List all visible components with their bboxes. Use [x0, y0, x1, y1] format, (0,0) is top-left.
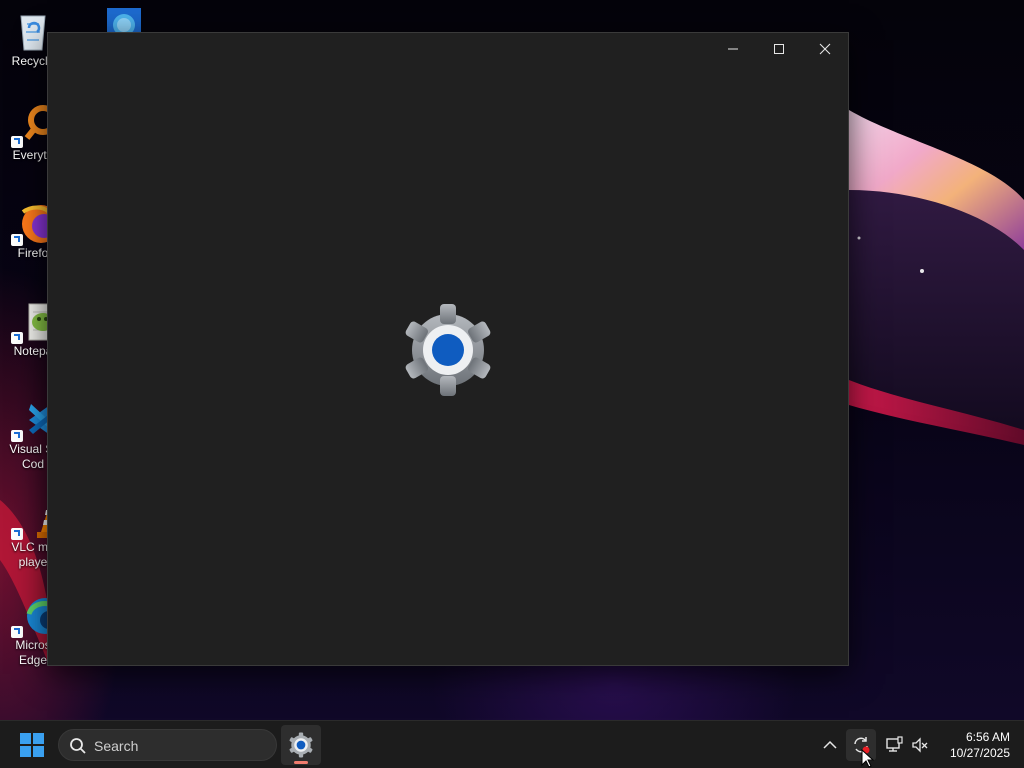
- running-app-indicator: [294, 761, 308, 764]
- taskbar-search-box[interactable]: Search: [58, 729, 277, 761]
- windows-logo-icon: [20, 733, 44, 757]
- minimize-button[interactable]: [710, 33, 756, 65]
- volume-muted-icon: [912, 737, 928, 753]
- shortcut-arrow-icon: [11, 136, 23, 148]
- settings-splash-logo: [400, 302, 496, 398]
- close-icon: [819, 43, 831, 55]
- shortcut-arrow-icon: [11, 626, 23, 638]
- tray-volume-button[interactable]: [905, 729, 935, 761]
- shortcut-arrow-icon: [11, 234, 23, 246]
- search-placeholder: Search: [94, 738, 139, 754]
- settings-window[interactable]: [47, 32, 849, 666]
- settings-gear-icon: [289, 732, 313, 758]
- shortcut-arrow-icon: [11, 332, 23, 344]
- maximize-button[interactable]: [756, 33, 802, 65]
- maximize-icon: [774, 44, 784, 54]
- search-icon: [70, 738, 86, 754]
- shortcut-arrow-icon: [11, 430, 23, 442]
- shortcut-arrow-icon: [11, 528, 23, 540]
- start-button[interactable]: [12, 728, 52, 762]
- minimize-icon: [728, 48, 738, 50]
- settings-gear-icon: [405, 304, 491, 396]
- window-controls: [710, 33, 848, 65]
- show-hidden-icons-button[interactable]: [815, 729, 845, 761]
- chevron-up-icon: [823, 740, 837, 749]
- clock-date: 10/27/2025: [949, 746, 1010, 760]
- network-icon: [886, 736, 903, 752]
- clock-time: 6:56 AM: [965, 730, 1010, 744]
- mouse-cursor-icon: [861, 749, 875, 768]
- taskbar-app-settings[interactable]: [281, 725, 321, 765]
- taskbar-clock[interactable]: 6:56 AM 10/27/2025: [950, 729, 1010, 761]
- close-button[interactable]: [802, 33, 848, 65]
